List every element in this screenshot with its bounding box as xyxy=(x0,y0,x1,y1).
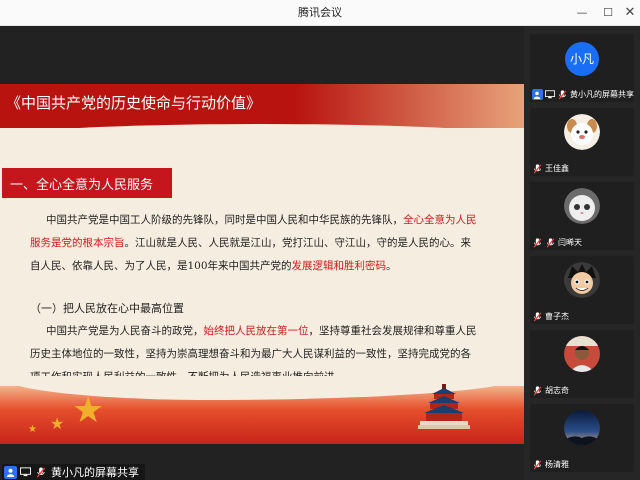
participant-tile[interactable]: 闫晞天 xyxy=(530,182,634,250)
star-icon: ★ xyxy=(72,390,105,431)
avatar xyxy=(564,114,600,150)
screen-share-label: 黄小凡的屏幕共享 xyxy=(51,466,139,479)
slide-title-band: 《中国共产党的历史使命与行动价值》 xyxy=(0,84,524,128)
mic-muted-icon xyxy=(34,466,47,479)
avatar: 小凡 xyxy=(565,42,599,76)
user-icon xyxy=(4,465,17,479)
mic-muted-icon xyxy=(532,311,543,322)
temple-of-heaven-icon xyxy=(418,384,470,429)
participant-tile[interactable]: 曹子杰 xyxy=(530,256,634,324)
paragraph-line: 自人民、依靠人民、为了人民，是100年来中国共产党的发展逻辑和胜利密码。 xyxy=(30,260,397,272)
screen-share-icon xyxy=(545,89,556,100)
participant-tile[interactable]: 小凡 黄小凡的屏幕共享 xyxy=(530,34,634,102)
participant-name: 杨清雅 xyxy=(545,460,569,469)
mic-muted-icon xyxy=(532,385,543,396)
participant-name: 曹子杰 xyxy=(545,312,569,321)
mic-muted-icon xyxy=(545,237,556,248)
star-icon: ★ xyxy=(50,414,65,433)
paragraph-line: 中国共产党是为人民奋斗的政党，始终把人民放在第一位，坚持尊重社会发展规律和尊重人… xyxy=(46,325,477,337)
participant-tile[interactable]: 胡志奇 xyxy=(530,330,634,398)
paragraph-line: 中国共产党是中国工人阶级的先锋队，同时是中国人民和中华民族的先锋队，全心全意为人… xyxy=(46,214,477,226)
section-heading-tab: 一、全心全意为人民服务 xyxy=(2,168,172,198)
minimize-button[interactable]: — xyxy=(572,3,592,22)
mic-muted-icon xyxy=(532,237,543,248)
participant-name: 胡志奇 xyxy=(545,386,569,395)
avatar xyxy=(564,188,600,224)
user-icon xyxy=(532,89,543,100)
avatar xyxy=(564,410,600,446)
paragraph-line: 历史主体地位的一致性，坚持为崇高理想奋斗和为最广大人民谋利益的一致性，坚持完成党… xyxy=(30,348,471,360)
screen-share-name-tag: 黄小凡的屏幕共享 xyxy=(2,464,145,480)
presentation-slide: 《中国共产党的历史使命与行动价值》 一、全心全意为人民服务 中国共产党是中国工人… xyxy=(0,84,524,444)
title-bar: 腾讯会议 — ☐ ✕ xyxy=(0,0,640,26)
sub-heading: （一）把人民放在心中最高位置 xyxy=(30,302,184,315)
paragraph-line: 服务是党的根本宗旨。江山就是人民、人民就是江山，党打江山、守江山，守的是人民的心… xyxy=(30,237,471,249)
participant-name: 黄小凡的屏幕共享 xyxy=(570,90,634,99)
participant-name: 闫晞天 xyxy=(558,238,582,247)
maximize-button[interactable]: ☐ xyxy=(598,3,618,22)
mic-muted-icon xyxy=(532,459,543,470)
close-button[interactable]: ✕ xyxy=(620,3,640,22)
participant-tile[interactable]: 王佳鑫 xyxy=(530,108,634,176)
participant-tile[interactable]: 杨清雅 xyxy=(530,404,634,472)
section-heading: 一、全心全意为人民服务 xyxy=(10,178,154,193)
mic-muted-icon xyxy=(557,89,568,100)
avatar xyxy=(564,336,600,372)
window-title: 腾讯会议 xyxy=(298,6,342,19)
avatar xyxy=(564,262,600,298)
participant-list[interactable]: 小凡 黄小凡的屏幕共享 王佳鑫 闫晞天 曹子杰 胡志奇 杨清雅 xyxy=(524,26,640,480)
shared-screen-area[interactable]: 《中国共产党的历史使命与行动价值》 一、全心全意为人民服务 中国共产党是中国工人… xyxy=(0,26,524,480)
screen-share-icon xyxy=(19,466,32,479)
slide-title: 《中国共产党的历史使命与行动价值》 xyxy=(6,94,262,112)
participant-name: 王佳鑫 xyxy=(545,164,569,173)
star-icon: ★ xyxy=(28,424,37,435)
mic-muted-icon xyxy=(532,163,543,174)
